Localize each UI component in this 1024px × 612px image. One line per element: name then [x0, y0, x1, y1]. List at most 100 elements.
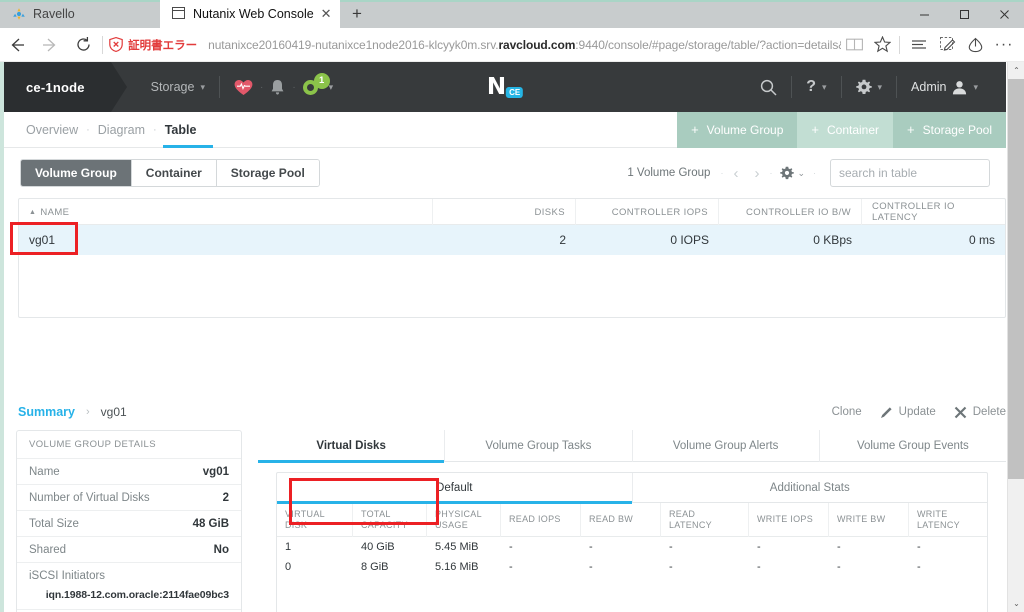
gear-icon — [780, 166, 795, 180]
vd-column-read-iops[interactable]: READ IOPS — [501, 503, 581, 537]
details-value-name: vg01 — [202, 465, 229, 478]
details-row-total-size: Total Size 48 GiB — [17, 511, 241, 537]
toolbar-dot-3: · — [813, 168, 816, 178]
vd-cell-read-latency: - — [669, 541, 673, 553]
new-tab-button[interactable]: + — [340, 0, 374, 28]
update-button[interactable]: Update — [880, 406, 936, 419]
nav-tab-diagram[interactable]: Diagram — [90, 112, 153, 148]
create-storage-pool-button[interactable]: + Storage Pool — [893, 111, 1006, 148]
hub-icon[interactable] — [906, 28, 934, 62]
tab-volume-group-alerts[interactable]: Volume Group Alerts — [633, 430, 820, 462]
share-icon[interactable] — [962, 28, 990, 62]
back-arrow-icon[interactable] — [0, 28, 33, 62]
summary-current-entity: vg01 — [100, 405, 127, 419]
maximize-button[interactable] — [944, 0, 984, 28]
certificate-error-badge[interactable]: 証明書エラー — [109, 37, 197, 53]
search-in-table-box[interactable] — [830, 159, 994, 187]
plus-icon: + — [811, 122, 819, 137]
nav-tab-table[interactable]: Table — [157, 112, 214, 148]
vd-column-physical-usage[interactable]: PHYSICAL USAGE — [427, 503, 501, 537]
tab-additional-stats[interactable]: Additional Stats — [633, 473, 988, 503]
vd-cell-usage: 5.45 MiB — [435, 541, 479, 553]
chevron-down-icon-user: ▾ — [973, 81, 978, 92]
column-header-controller-io-bw[interactable]: CONTROLLER IO B/W — [719, 199, 862, 225]
user-menu[interactable]: Admin ▾ — [897, 80, 992, 95]
tab-virtual-disks[interactable]: Virtual Disks — [258, 430, 446, 463]
star-icon[interactable] — [869, 28, 897, 62]
virtual-disk-row[interactable]: 0 8 GiB 5.16 MiB - - - - - - — [277, 557, 987, 577]
column-header-disks[interactable]: DISKS — [433, 199, 576, 225]
scroll-up-button[interactable]: ⌃ — [1008, 62, 1024, 79]
heart-icon[interactable] — [234, 79, 253, 96]
delete-button[interactable]: Delete — [954, 406, 1006, 419]
close-icon[interactable]: ✕ — [321, 6, 332, 22]
vd-column-total-capacity[interactable]: TOTAL CAPACITY — [353, 503, 427, 537]
next-page-button[interactable]: › — [748, 165, 765, 182]
reload-icon[interactable] — [67, 28, 100, 62]
help-button[interactable]: ? ▾ — [792, 78, 840, 96]
toggle-container[interactable]: Container — [131, 160, 217, 186]
cell-controller-iops: 0 IOPS — [670, 233, 709, 247]
details-value-total-size: 48 GiB — [192, 517, 229, 530]
tab-volume-group-events[interactable]: Volume Group Events — [820, 430, 1006, 462]
browser-tab-nutanix[interactable]: Nutanix Web Console ✕ — [160, 0, 340, 28]
detail-tabs: Virtual Disks Volume Group Tasks Volume … — [258, 430, 1006, 463]
bell-icon[interactable] — [270, 79, 285, 96]
toggle-volume-group[interactable]: Volume Group — [21, 160, 132, 186]
header-nav-label[interactable]: Storage — [151, 80, 195, 94]
virtual-disk-row[interactable]: 1 40 GiB 5.45 MiB - - - - - - — [277, 537, 987, 557]
browser-window: Ravello Nutanix Web Console ✕ + 証明書エラー n… — [0, 0, 1024, 612]
window-controls — [904, 0, 1024, 28]
tab-volume-group-tasks[interactable]: Volume Group Tasks — [445, 430, 633, 462]
vd-column-write-latency[interactable]: WRITE LATENCY — [909, 503, 987, 537]
details-row-iscsi-initiators: iSCSI Initiators iqn.1988-12.com.oracle:… — [17, 563, 241, 610]
create-volume-group-label: Volume Group — [706, 122, 784, 137]
cell-name[interactable]: vg01 — [19, 225, 433, 255]
vd-column-write-bw[interactable]: WRITE BW — [829, 503, 909, 537]
search-input[interactable] — [839, 166, 994, 180]
toggle-storage-pool[interactable]: Storage Pool — [216, 160, 319, 186]
table-row[interactable]: vg01 2 0 IOPS 0 KBps 0 ms — [19, 225, 1005, 255]
cluster-name[interactable]: ce-1node — [4, 62, 127, 112]
vd-cell-read-iops: - — [509, 561, 513, 573]
forward-arrow-icon[interactable] — [33, 28, 66, 62]
clone-button[interactable]: Clone — [832, 406, 862, 418]
prev-page-button[interactable]: ‹ — [727, 165, 744, 182]
web-note-icon[interactable] — [934, 28, 962, 62]
scroll-down-button[interactable]: ⌄ — [1008, 595, 1024, 612]
details-key-name: Name — [29, 465, 60, 478]
task-ring-icon[interactable]: 1 — [302, 72, 330, 95]
vertical-scrollbar[interactable]: ⌃ ⌄ — [1007, 62, 1024, 612]
create-volume-group-button[interactable]: + Volume Group — [677, 111, 798, 148]
tab-default-stats[interactable]: Default — [277, 473, 633, 504]
vd-cell-read-latency: - — [669, 561, 673, 573]
plus-icon: + — [691, 122, 699, 137]
vd-column-virtual-disk[interactable]: VIRTUAL DISK — [277, 503, 353, 537]
close-button[interactable] — [984, 0, 1024, 28]
address-bar[interactable]: nutanixce20160419-nutanixce1node2016-klc… — [208, 38, 841, 52]
column-header-name[interactable]: ▲ NAME — [19, 199, 433, 225]
vd-column-read-bw[interactable]: READ BW — [581, 503, 661, 537]
vd-column-read-latency[interactable]: READ LATENCY — [661, 503, 749, 537]
logo-mark: N — [486, 73, 506, 100]
column-header-controller-io-latency[interactable]: CONTROLLER IO LATENCY — [862, 199, 1005, 225]
search-button[interactable] — [746, 79, 791, 96]
table-settings-button[interactable]: ⌄ — [780, 166, 805, 180]
browser-tab-ravello[interactable]: Ravello — [0, 0, 160, 28]
vd-column-write-iops[interactable]: WRITE IOPS — [749, 503, 829, 537]
volume-group-details-card: VOLUME GROUP DETAILS Name vg01 Number of… — [16, 430, 242, 612]
column-header-controller-iops[interactable]: CONTROLLER IOPS — [576, 199, 719, 225]
chevron-down-icon[interactable]: ▾ — [200, 82, 205, 93]
reading-view-icon[interactable] — [841, 28, 869, 62]
settings-button[interactable]: ▾ — [842, 79, 897, 95]
scrollbar-thumb[interactable] — [1008, 79, 1024, 479]
vd-cell-read-bw: - — [589, 561, 593, 573]
more-icon[interactable]: ··· — [990, 28, 1018, 62]
vd-cell-usage: 5.16 MiB — [435, 561, 479, 573]
details-value-iscsi: iqn.1988-12.com.oracle:2114fae09bc3 — [45, 589, 229, 601]
minimize-button[interactable] — [904, 0, 944, 28]
nav-tab-overview[interactable]: Overview — [18, 112, 86, 148]
create-container-button[interactable]: + Container — [797, 111, 894, 148]
cell-disks: 2 — [559, 233, 566, 247]
summary-link[interactable]: Summary — [18, 405, 75, 419]
